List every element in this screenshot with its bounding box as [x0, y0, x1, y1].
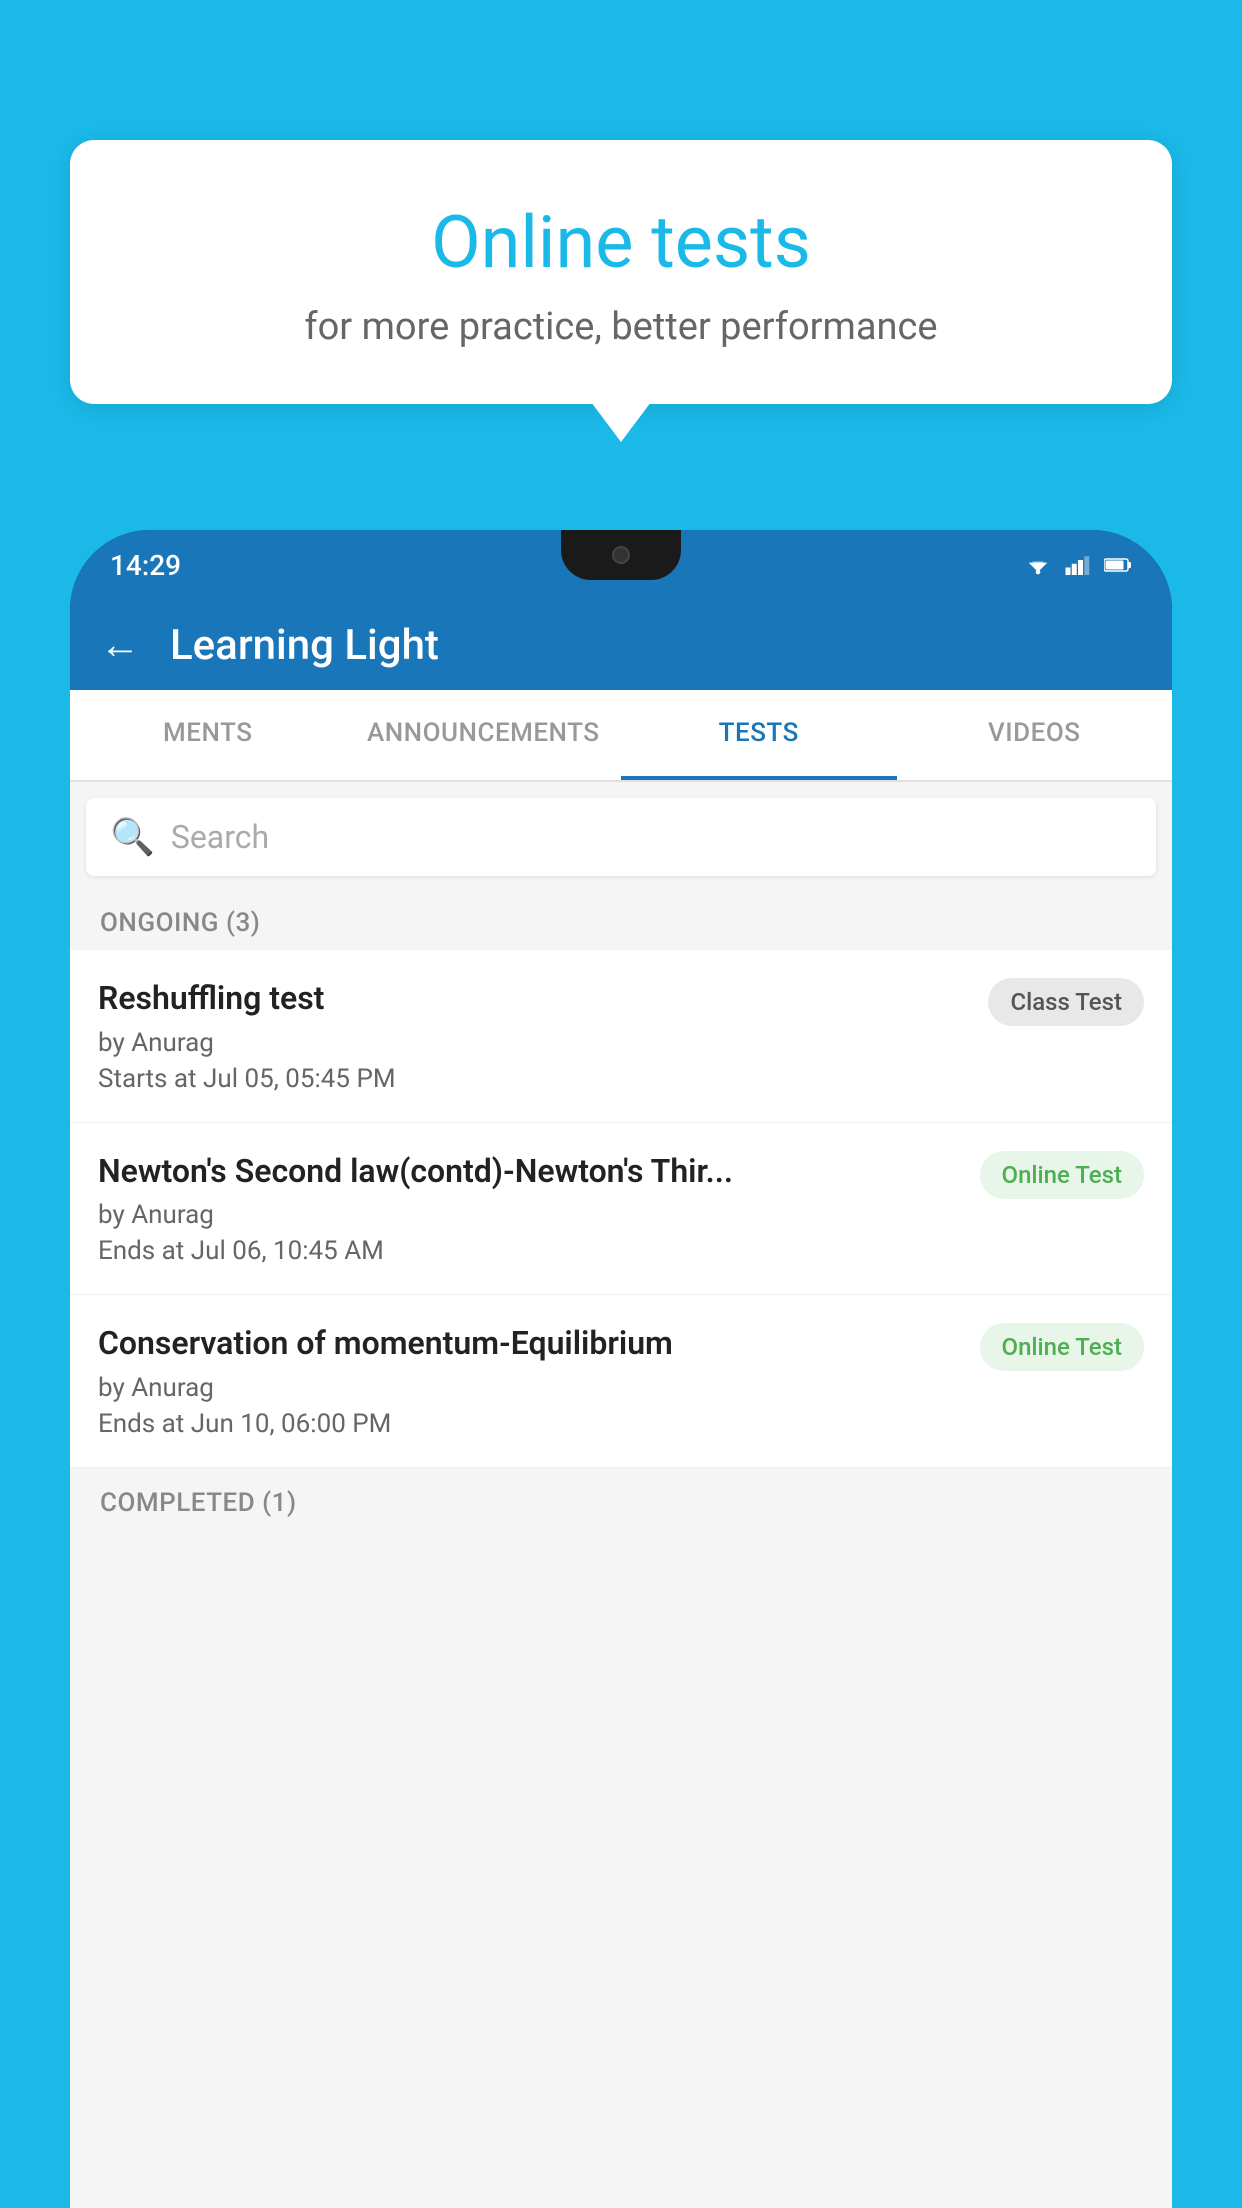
test-item[interactable]: Newton's Second law(contd)-Newton's Thir… — [70, 1123, 1172, 1296]
speech-bubble: Online tests for more practice, better p… — [70, 140, 1172, 404]
test-item[interactable]: Reshuffling test by Anurag Starts at Jul… — [70, 950, 1172, 1123]
test-time-2: Ends at Jul 06, 10:45 AM — [98, 1236, 960, 1266]
app-bar: ← Learning Light — [70, 600, 1172, 690]
tabs-bar: MENTS ANNOUNCEMENTS TESTS VIDEOS — [70, 690, 1172, 782]
notch — [561, 530, 681, 580]
search-icon: 🔍 — [110, 816, 155, 858]
tab-announcements[interactable]: ANNOUNCEMENTS — [346, 690, 622, 780]
test-badge-1: Class Test — [988, 978, 1144, 1026]
back-button[interactable]: ← — [100, 625, 140, 665]
test-info-1: Reshuffling test by Anurag Starts at Jul… — [98, 978, 968, 1094]
ongoing-section-header: ONGOING (3) — [70, 892, 1172, 950]
screen-content: 🔍 Search ONGOING (3) Reshuffling test by… — [70, 782, 1172, 2208]
tab-tests[interactable]: TESTS — [621, 690, 897, 780]
test-badge-2: Online Test — [980, 1151, 1144, 1199]
test-list: Reshuffling test by Anurag Starts at Jul… — [70, 950, 1172, 1468]
test-info-2: Newton's Second law(contd)-Newton's Thir… — [98, 1151, 960, 1267]
test-time-3: Ends at Jun 10, 06:00 PM — [98, 1409, 960, 1439]
tab-videos[interactable]: VIDEOS — [897, 690, 1173, 780]
wifi-icon — [1024, 555, 1052, 575]
status-icons — [1024, 555, 1132, 575]
speech-bubble-container: Online tests for more practice, better p… — [70, 140, 1172, 404]
status-bar: 14:29 — [70, 530, 1172, 600]
test-author-2: by Anurag — [98, 1200, 960, 1230]
bubble-title: Online tests — [120, 200, 1122, 285]
search-bar[interactable]: 🔍 Search — [86, 798, 1156, 876]
app-title: Learning Light — [170, 621, 439, 670]
phone-frame: 14:29 ← Learning Light — [70, 530, 1172, 2208]
test-name-2: Newton's Second law(contd)-Newton's Thir… — [98, 1151, 960, 1193]
camera — [612, 546, 630, 564]
test-badge-3: Online Test — [980, 1323, 1144, 1371]
test-author-3: by Anurag — [98, 1373, 960, 1403]
test-name-1: Reshuffling test — [98, 978, 968, 1020]
status-time: 14:29 — [110, 549, 181, 582]
test-time-1: Starts at Jul 05, 05:45 PM — [98, 1064, 968, 1094]
signal-icon — [1064, 555, 1092, 575]
test-author-1: by Anurag — [98, 1028, 968, 1058]
search-placeholder: Search — [171, 818, 269, 856]
test-item[interactable]: Conservation of momentum-Equilibrium by … — [70, 1295, 1172, 1468]
battery-icon — [1104, 555, 1132, 575]
bubble-subtitle: for more practice, better performance — [120, 305, 1122, 349]
test-info-3: Conservation of momentum-Equilibrium by … — [98, 1323, 960, 1439]
test-name-3: Conservation of momentum-Equilibrium — [98, 1323, 960, 1365]
completed-section-header: COMPLETED (1) — [70, 1468, 1172, 1530]
tab-ments[interactable]: MENTS — [70, 690, 346, 780]
